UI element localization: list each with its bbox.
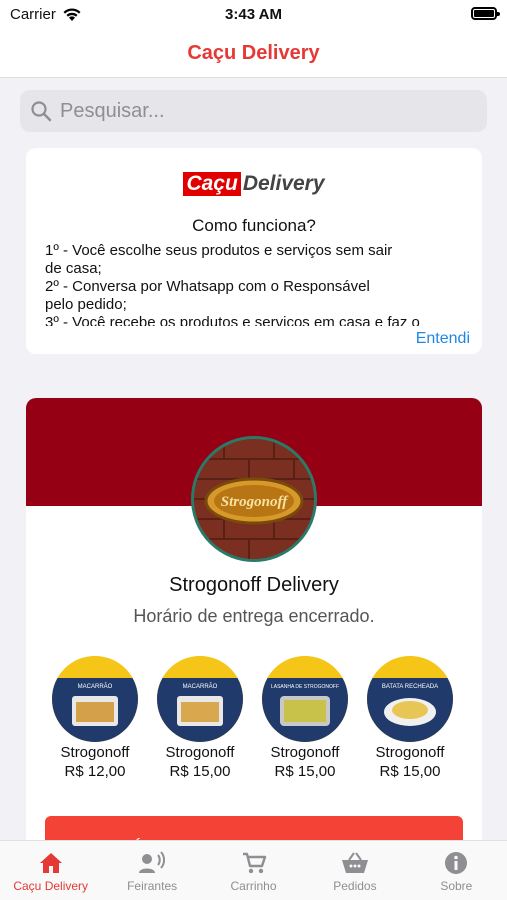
how-it-works-heading: Como funciona? [192, 216, 316, 235]
tab-carrinho[interactable]: Carrinho [203, 841, 304, 900]
search-input[interactable] [60, 99, 460, 123]
tab-label: Sobre [440, 879, 473, 893]
dismiss-button[interactable]: Entendi [416, 330, 470, 348]
product-item[interactable]: MACARRÃO Strogonoff R$ 15,00 [157, 656, 243, 780]
store-card[interactable]: Strogonoff Strogonoff Delivery Horário d… [26, 398, 482, 858]
product-item[interactable]: LASANHA DE STROGONOFF Strogonoff R$ 15,0… [262, 656, 348, 780]
tab-feirantes[interactable]: Feirantes [101, 841, 202, 900]
how-it-works-card: Caçu Delivery Como funciona? 1º - Você es… [26, 148, 482, 354]
tab-bar: Caçu Delivery Feirantes Carrinho Pedidos [0, 840, 507, 900]
nav-title: Caçu Delivery [187, 42, 320, 64]
steps-text: 1º - Você escolhe seus produtos e serviç… [45, 242, 420, 326]
product-item[interactable]: BATATA RECHEADA Strogonoff R$ 15,00 [367, 656, 453, 780]
product-price: R$ 12,00 [64, 763, 126, 780]
search-bar[interactable] [20, 90, 487, 132]
nav-bar: Caçu Delivery [0, 30, 507, 78]
tab-label: Pedidos [333, 879, 377, 893]
svg-text:BATATA RECHEADA: BATATA RECHEADA [382, 684, 438, 690]
product-image: MACARRÃO [157, 656, 243, 742]
how-it-works-steps: 1º - Você escolhe seus produtos e serviç… [45, 242, 445, 326]
tab-label: Carrinho [230, 879, 277, 893]
avatar-logo-text: Strogonoff [221, 494, 289, 510]
store-name: Strogonoff Delivery [169, 574, 339, 596]
store-avatar: Strogonoff [191, 436, 317, 562]
product-image: MACARRÃO [52, 656, 138, 742]
tab-pedidos[interactable]: Pedidos [304, 841, 405, 900]
basket-icon [341, 852, 368, 873]
svg-text:LASANHA DE STROGONOFF: LASANHA DE STROGONOFF [271, 684, 339, 690]
product-item[interactable]: MACARRÃO Strogonoff R$ 12,00 [52, 656, 138, 780]
tab-caçu-delivery[interactable]: Caçu Delivery [0, 841, 101, 900]
product-price: R$ 15,00 [274, 763, 336, 780]
product-list: MACARRÃO Strogonoff R$ 12,00 MACARRÃO St… [52, 656, 472, 780]
product-image: LASANHA DE STROGONOFF [262, 656, 348, 742]
status-time: 3:43 AM [225, 6, 282, 23]
info-icon [445, 852, 468, 874]
store-hours-status: Horário de entrega encerrado. [133, 606, 375, 626]
product-price: R$ 15,00 [169, 763, 231, 780]
product-name: Strogonoff [375, 744, 445, 761]
search-icon [31, 101, 52, 122]
cart-icon [242, 852, 266, 874]
product-name: Strogonoff [270, 744, 340, 761]
status-bar: Carrier 3:43 AM [0, 0, 507, 30]
product-name: Strogonoff [165, 744, 235, 761]
product-name: Strogonoff [60, 744, 130, 761]
brand-logo: Caçu Delivery [26, 172, 482, 196]
logo-part2: Delivery [242, 172, 325, 195]
tab-sobre[interactable]: Sobre [406, 841, 507, 900]
product-price: R$ 15,00 [379, 763, 441, 780]
product-image: BATATA RECHEADA [367, 656, 453, 742]
megaphone-icon [139, 851, 166, 873]
logo-part1: Caçu [183, 172, 241, 196]
tab-label: Feirantes [127, 879, 178, 893]
battery-icon [471, 7, 500, 20]
svg-text:MACARRÃO: MACARRÃO [183, 683, 218, 690]
home-icon [39, 853, 62, 873]
svg-text:MACARRÃO: MACARRÃO [78, 683, 113, 690]
tab-label: Caçu Delivery [13, 879, 89, 893]
